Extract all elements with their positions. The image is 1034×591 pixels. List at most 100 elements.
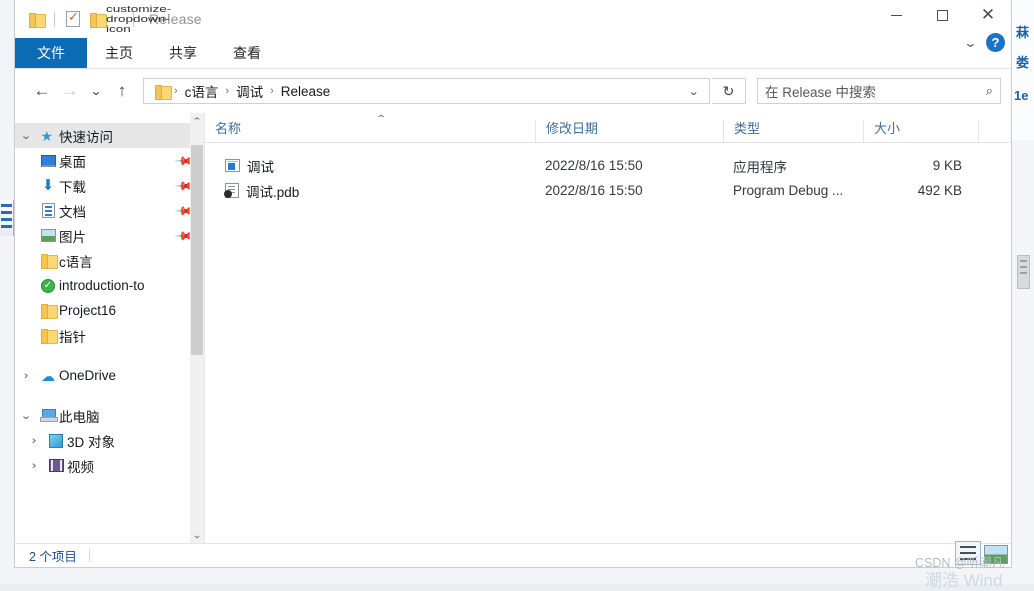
desktop-background: 菻 娄 1e customize-dropdown-icon Release ✕… — [0, 0, 1034, 584]
column-header-type[interactable]: 类型 — [723, 120, 863, 142]
column-header-empty[interactable] — [978, 120, 1011, 142]
sidebar-item-label: c语言 — [59, 251, 93, 271]
search-icon[interactable]: ⌕ — [986, 83, 993, 99]
scrollbar-thumb[interactable] — [191, 145, 203, 355]
file-size: 492 KB — [863, 183, 978, 198]
sidebar-item-this-pc[interactable]: ⌄ 此电脑 — [15, 403, 204, 428]
column-header-name[interactable]: 名称 — [205, 120, 535, 142]
sidebar-item-downloads[interactable]: ⬇ 下载 📌 — [15, 173, 204, 198]
sidebar-item-label: 3D 对象 — [67, 431, 115, 451]
close-button[interactable]: ✕ — [965, 0, 1011, 30]
application-icon — [225, 159, 240, 172]
window-body: ⌄ ★ 快速访问 桌面 📌 ⬇ 下载 📌 — [15, 113, 1011, 543]
sidebar-item-videos[interactable]: › 视频 — [15, 453, 204, 478]
new-folder-icon[interactable] — [86, 7, 108, 31]
recent-locations-button[interactable]: ⌄ — [82, 78, 110, 104]
sidebar-item-desktop[interactable]: 桌面 📌 — [15, 148, 204, 173]
sidebar-item-project16[interactable]: Project16 — [15, 298, 204, 323]
address-bar[interactable]: › c语言 › 调试 › Release ⌄ — [143, 78, 710, 104]
address-bar-row: ← → ⌄ ↑ › c语言 › 调试 › Release ⌄ ↻ 在 Relea… — [15, 69, 1011, 113]
help-button[interactable]: ? — [986, 33, 1005, 52]
status-bar: 2 个项目 — [15, 543, 1011, 567]
sidebar-item-onedrive[interactable]: › ☁ OneDrive — [15, 363, 204, 388]
star-pin-icon: ★ — [37, 129, 59, 143]
breadcrumb-item-2[interactable]: 调试 — [230, 81, 269, 101]
ribbon-right-controls: ⌄ ? — [965, 33, 1005, 52]
file-name-cell[interactable]: 调试 — [205, 156, 535, 176]
search-input[interactable]: 在 Release 中搜索 — [765, 81, 986, 101]
sidebar-item-label: 图片 — [59, 226, 86, 246]
sidebar-item-introduction-to[interactable]: ✓ introduction-to — [15, 273, 204, 298]
refresh-button[interactable]: ↻ — [712, 78, 746, 104]
sidebar-item-c-language[interactable]: c语言 — [15, 248, 204, 273]
breadcrumb-folder-icon[interactable] — [151, 79, 173, 103]
scroll-up-icon[interactable]: ⌃ — [188, 113, 205, 129]
title-bar: customize-dropdown-icon Release ✕ ⌄ ? — [15, 0, 1011, 38]
sync-ok-icon: ✓ — [37, 279, 59, 293]
chevron-down-icon[interactable]: ⌄ — [15, 409, 40, 422]
item-count-status: 2 个项目 — [29, 546, 77, 565]
sidebar-item-label: 视频 — [67, 456, 94, 476]
back-button[interactable]: ← — [29, 78, 55, 104]
table-row[interactable]: 调试 2022/8/16 15:50 应用程序 9 KB — [205, 153, 1011, 178]
tab-file[interactable]: 文件 — [15, 38, 87, 68]
navigation-pane: ⌄ ★ 快速访问 桌面 📌 ⬇ 下载 📌 — [15, 113, 205, 543]
chevron-right-icon[interactable]: › — [15, 370, 40, 382]
desktop-icon — [37, 155, 59, 167]
scroll-down-icon[interactable]: ⌄ — [188, 527, 205, 543]
background-window-left-thumbnail — [0, 200, 14, 236]
tab-home[interactable]: 主页 — [87, 38, 151, 68]
customize-dropdown-icon[interactable]: customize-dropdown-icon — [106, 4, 130, 34]
folder-icon[interactable] — [25, 7, 47, 31]
file-explorer-window: customize-dropdown-icon Release ✕ ⌄ ? 文件… — [14, 0, 1012, 568]
column-header-size[interactable]: 大小 — [863, 120, 978, 142]
minimize-button[interactable] — [873, 0, 919, 30]
background-bottom-text: 潮浩 Wind — [925, 566, 1002, 591]
sidebar-item-label: 指针 — [59, 326, 86, 346]
documents-icon — [37, 203, 59, 218]
file-rows: 调试 2022/8/16 15:50 应用程序 9 KB 调试.pdb 2022… — [205, 143, 1011, 543]
status-divider — [89, 549, 90, 562]
chevron-down-icon[interactable]: ⌄ — [15, 129, 40, 142]
nav-spacer-1 — [15, 348, 204, 363]
chevron-down-icon[interactable]: ⌄ — [963, 35, 977, 51]
sidebar-item-quick-access[interactable]: ⌄ ★ 快速访问 — [15, 123, 204, 148]
background-scrollbar-thumb[interactable] — [1017, 255, 1030, 289]
chevron-right-icon[interactable]: › — [20, 435, 48, 447]
sidebar-item-label: 文档 — [59, 201, 86, 221]
sidebar-item-pointer[interactable]: 指针 — [15, 323, 204, 348]
pictures-icon — [37, 229, 59, 242]
breadcrumb-item-1[interactable]: c语言 — [179, 81, 225, 101]
properties-icon[interactable] — [62, 7, 84, 31]
sidebar-item-label: 此电脑 — [59, 406, 100, 426]
pdb-file-icon — [225, 183, 239, 198]
navigation-scrollbar[interactable]: ⌃ ⌄ — [190, 113, 204, 543]
breadcrumb: › c语言 › 调试 › Release — [151, 79, 682, 103]
folder-icon — [37, 329, 59, 342]
file-name-cell[interactable]: 调试.pdb — [205, 181, 535, 201]
maximize-button[interactable] — [919, 0, 965, 30]
sidebar-item-label: 桌面 — [59, 151, 86, 171]
file-name: 调试 — [247, 156, 274, 176]
sidebar-item-pictures[interactable]: 图片 📌 — [15, 223, 204, 248]
tab-share[interactable]: 共享 — [151, 38, 215, 68]
cloud-icon: ☁ — [37, 369, 59, 383]
file-date: 2022/8/16 15:50 — [535, 158, 723, 173]
navigation-list: ⌄ ★ 快速访问 桌面 📌 ⬇ 下载 📌 — [15, 113, 204, 478]
sidebar-item-documents[interactable]: 文档 📌 — [15, 198, 204, 223]
3d-objects-icon — [45, 434, 67, 448]
background-fragment-1: 菻 — [1016, 22, 1029, 41]
chevron-right-icon[interactable]: › — [20, 460, 48, 472]
search-box[interactable]: 在 Release 中搜索 ⌕ — [757, 78, 1001, 104]
breadcrumb-item-3[interactable]: Release — [275, 84, 337, 99]
up-button[interactable]: ↑ — [109, 78, 135, 104]
table-row[interactable]: 调试.pdb 2022/8/16 15:50 Program Debug ...… — [205, 178, 1011, 203]
sidebar-item-label: OneDrive — [59, 368, 116, 383]
toolbar-divider — [54, 12, 55, 27]
column-header-date[interactable]: 修改日期 — [535, 120, 723, 142]
address-dropdown-icon[interactable]: ⌄ — [678, 85, 708, 98]
sidebar-item-3d-objects[interactable]: › 3D 对象 — [15, 428, 204, 453]
file-name: 调试.pdb — [246, 181, 299, 201]
window-controls: ✕ — [873, 0, 1011, 30]
tab-view[interactable]: 查看 — [215, 38, 279, 68]
